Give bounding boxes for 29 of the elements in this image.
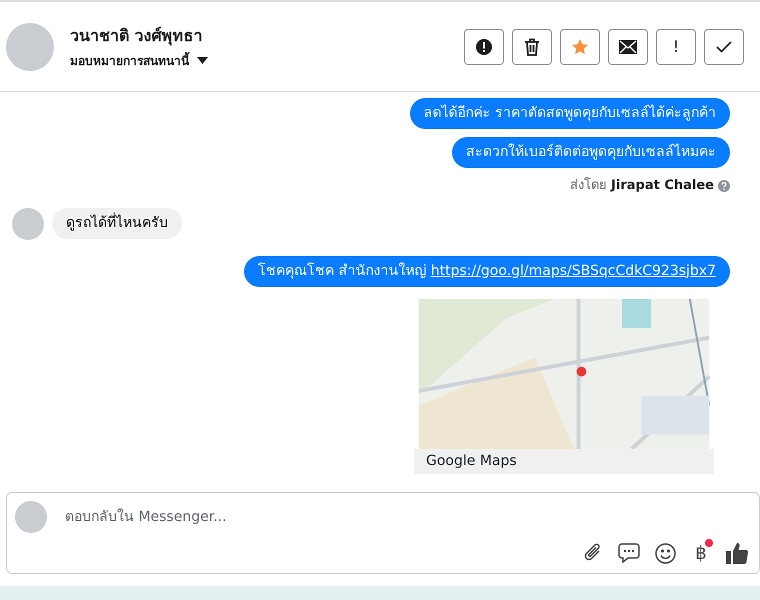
smiley-icon bbox=[654, 542, 676, 564]
action-button[interactable]: ! bbox=[656, 28, 696, 64]
caret-icon bbox=[197, 57, 208, 64]
map-caption: Google Maps bbox=[414, 448, 714, 474]
action-button[interactable] bbox=[608, 28, 648, 64]
avatar bbox=[6, 22, 54, 70]
assign-dropdown[interactable]: มอบหมายการสนทนานี้ bbox=[70, 52, 208, 70]
message-bubble: ลดได้อีกค่ะ ราคาตัดสดพูดคุยกับเซลล์ได้ค่ะลูกค้า bbox=[410, 98, 730, 129]
message-bubble: โชคคุณโชค สำนักงานใหญ่ https://goo.gl/maps/SBSqcCdkC923sjbx7 bbox=[244, 256, 730, 286]
star-icon bbox=[571, 38, 589, 56]
check-icon bbox=[716, 40, 732, 52]
message-bubble: สะดวกให้เบอร์ติดต่อพูดคุยกับเซลล์ไหมคะ bbox=[452, 137, 730, 168]
alert-icon bbox=[475, 38, 493, 56]
currency-button[interactable]: ฿ bbox=[687, 539, 715, 567]
action-button[interactable] bbox=[704, 28, 744, 64]
thumbs-up-icon bbox=[726, 542, 748, 564]
speech-bubble-icon bbox=[618, 543, 640, 563]
mail-icon bbox=[619, 40, 637, 54]
trash-icon bbox=[524, 38, 540, 56]
help-icon[interactable] bbox=[718, 180, 730, 192]
message-bubble: ดูรถได้ที่ไหนครับ bbox=[52, 208, 182, 239]
reply-field[interactable]: ตอบกลับใน Messenger... ฿ bbox=[6, 492, 760, 574]
action-button[interactable] bbox=[464, 28, 504, 64]
sender-note: ส่งโดย Jirapat Chalee bbox=[570, 176, 714, 195]
message-link[interactable]: https://goo.gl/maps/SBSqcCdkC923sjbx7 bbox=[430, 262, 716, 278]
action-button[interactable] bbox=[512, 28, 552, 64]
page-avatar bbox=[15, 501, 47, 533]
contact-name: วนาชาติ วงศ์พุทธา bbox=[70, 24, 204, 48]
avatar bbox=[12, 208, 44, 240]
